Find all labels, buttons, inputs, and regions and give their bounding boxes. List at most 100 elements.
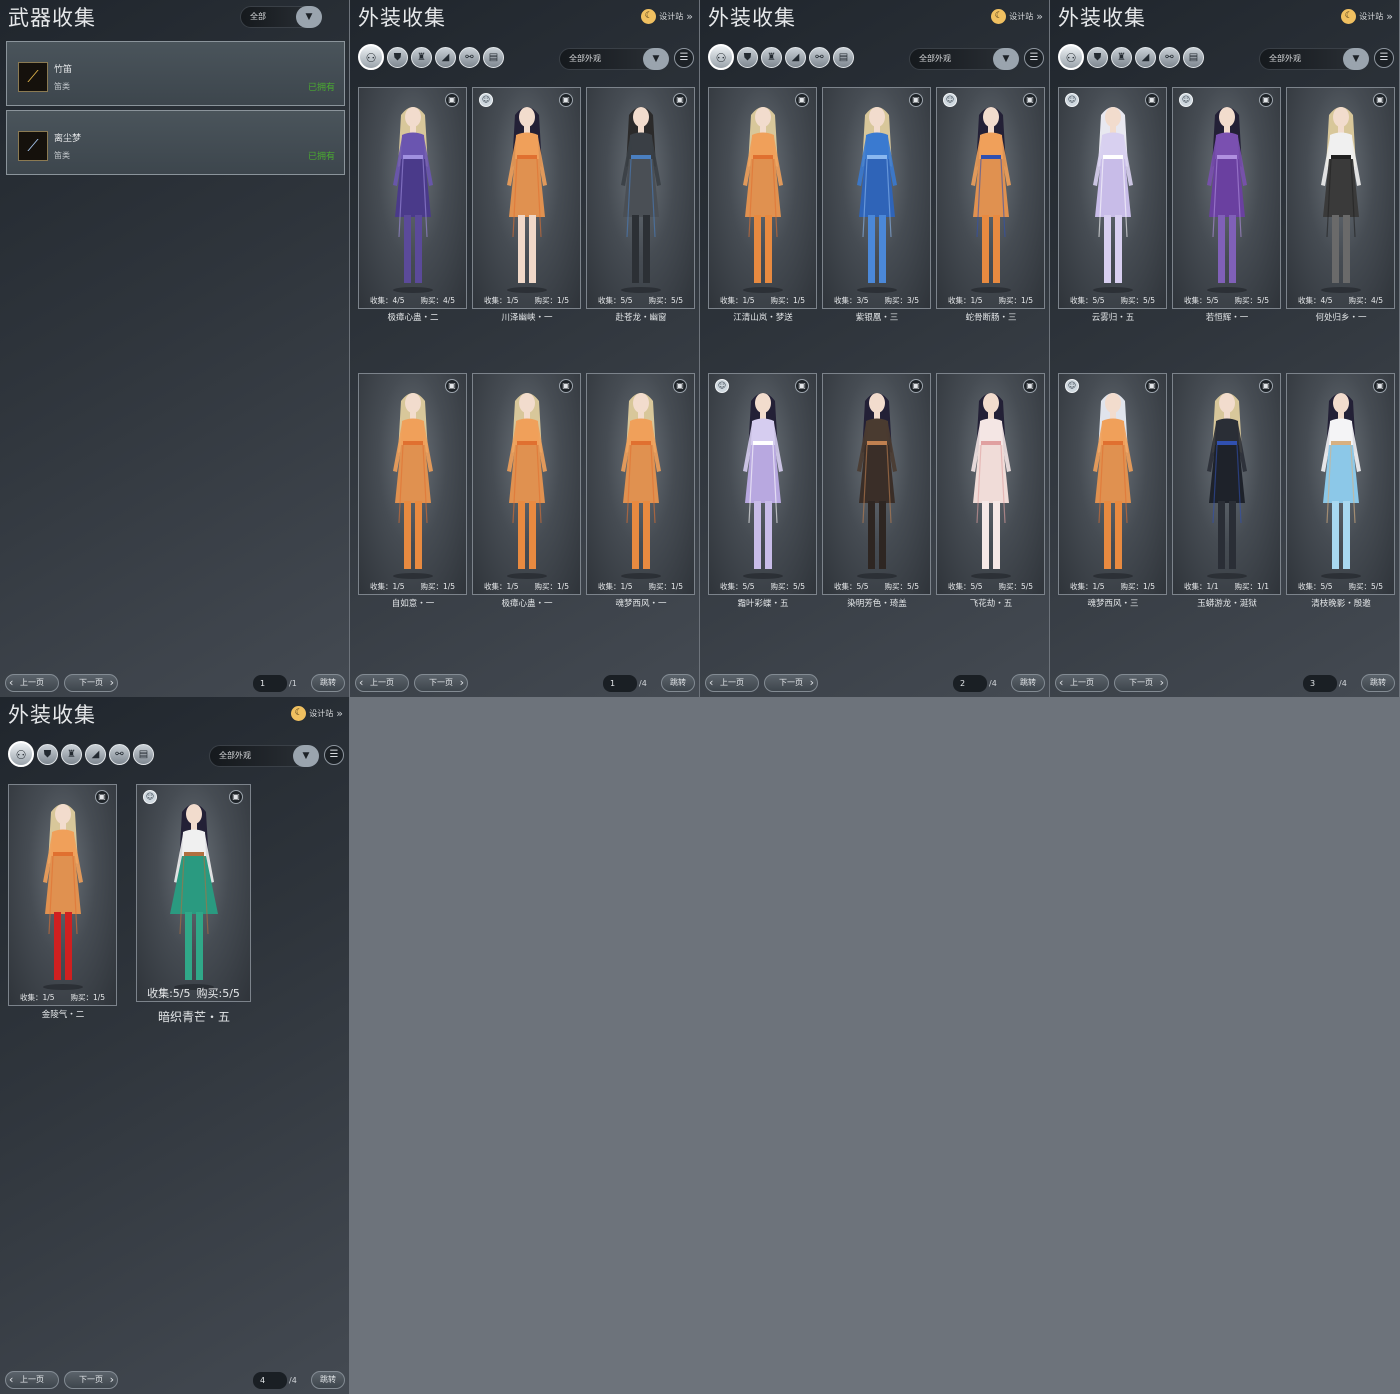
outfit-name: 染明芳色・琦盖 [847, 599, 907, 609]
outfit-card[interactable]: ☺ ▣ 收集：1/5 购买：1/5 [936, 87, 1045, 309]
jump-button[interactable]: 跳转 [1361, 674, 1395, 692]
bottoms-icon[interactable]: ♜ [411, 47, 432, 68]
collect-count: 收集：5/5 [719, 582, 755, 591]
outfit-card[interactable]: ▣ 收集：4/5 购买：4/5 [358, 87, 467, 309]
pagination: 上一页 下一页 4 /4 跳转 [0, 1371, 349, 1391]
outfit-filter-dropdown[interactable]: 全部外观 ▼ [209, 745, 319, 767]
chevron-down-icon[interactable]: ▼ [643, 48, 669, 70]
weapon-item[interactable]: ⟋ 竹笛 笛类 已拥有 [6, 41, 345, 106]
outfit-card[interactable]: ▣ 收集：4/5 购买：4/5 [1286, 87, 1395, 309]
dropdown-value: 全部外观 [1269, 54, 1301, 63]
all-outfits-icon[interactable]: ⚇ [708, 44, 734, 70]
top-icon[interactable]: ⛊ [37, 744, 58, 765]
weapon-filter-dropdown[interactable]: 全部 ▼ [240, 6, 322, 28]
outfit-card[interactable]: ☺ ▣ 收集：5/5 购买：5/5 [708, 373, 817, 595]
outfit-filter-dropdown[interactable]: 全部外观 ▼ [909, 48, 1019, 70]
weapon-item[interactable]: ⟋ 离尘梦 笛类 已拥有 [6, 110, 345, 175]
top-icon[interactable]: ⛊ [737, 47, 758, 68]
outfit-card[interactable]: ▣ 收集：5/5 购买：5/5 [586, 87, 695, 309]
shoes-icon[interactable]: ⚯ [109, 744, 130, 765]
outfit-card[interactable]: ▣ 收集：1/5 购买：1/5 [708, 87, 817, 309]
next-page-button[interactable]: 下一页 [764, 674, 818, 692]
top-icon[interactable]: ⛊ [1087, 47, 1108, 68]
outfit-card[interactable]: ☺ ▣ 收集：1/5 购买：1/5 [472, 87, 581, 309]
chevron-down-icon[interactable]: ▼ [993, 48, 1019, 70]
outfit-card[interactable]: ▣ 收集：1/5 购买：1/5 [586, 373, 695, 595]
outfit-card[interactable]: ▣ 收集：5/5 购买：5/5 [936, 373, 1045, 595]
prev-page-button[interactable]: 上一页 [5, 674, 59, 692]
sort-options-icon[interactable]: ☰ [324, 745, 344, 765]
shoes-icon[interactable]: ⚯ [1159, 47, 1180, 68]
buy-count: 购买：5/5 [998, 582, 1034, 591]
outfit-preview-image [487, 97, 567, 296]
bottoms-icon[interactable]: ♜ [61, 744, 82, 765]
sort-options-icon[interactable]: ☰ [674, 48, 694, 68]
scroll-icon[interactable]: ▤ [133, 744, 154, 765]
page-number-input[interactable]: 4 [253, 1372, 287, 1389]
next-page-button[interactable]: 下一页 [64, 674, 118, 692]
page-number-input[interactable]: 2 [953, 675, 987, 692]
prev-page-button[interactable]: 上一页 [355, 674, 409, 692]
outfit-card[interactable]: ▣ 收集：3/5 购买：3/5 [822, 87, 931, 309]
outfit-card[interactable]: ☺ ▣ 收集:5/5 购买:5/5 [136, 784, 251, 1002]
pagination: 上一页 下一页 2 /4 跳转 [700, 674, 1049, 694]
chevron-down-icon[interactable]: ▼ [296, 6, 322, 28]
pagination: 上一页 下一页 3 /4 跳转 [1050, 674, 1399, 694]
chevron-down-icon[interactable]: ▼ [293, 745, 319, 767]
page-number-input[interactable]: 3 [1303, 675, 1337, 692]
outfit-card[interactable]: ☺ ▣ 收集：1/5 购买：1/5 [1058, 373, 1167, 595]
next-page-button[interactable]: 下一页 [414, 674, 468, 692]
outfit-card[interactable]: ▣ 收集：1/5 购买：1/5 [8, 784, 117, 1006]
all-outfits-icon[interactable]: ⚇ [1058, 44, 1084, 70]
outfit-card[interactable]: ▣ 收集：1/1 购买：1/1 [1172, 373, 1281, 595]
jump-button[interactable]: 跳转 [311, 1371, 345, 1389]
page-number-input[interactable]: 1 [253, 675, 287, 692]
double-chevron-right-icon: » [686, 9, 693, 23]
next-page-button[interactable]: 下一页 [1114, 674, 1168, 692]
design-station-link[interactable]: ☾ 设计站 » [991, 8, 1043, 24]
outfit-card[interactable]: ▣ 收集：1/5 购买：1/5 [358, 373, 467, 595]
outfit-preview-image [1073, 97, 1153, 296]
outfit-name: 霜叶彩蝶・五 [737, 599, 789, 609]
outfit-name: 若恒辉・一 [1205, 313, 1249, 323]
scroll-icon[interactable]: ▤ [483, 47, 504, 68]
buy-count: 购买:5/5 [196, 987, 240, 1000]
design-station-link[interactable]: ☾ 设计站 » [641, 8, 693, 24]
shoes-icon[interactable]: ⚯ [809, 47, 830, 68]
design-station-link[interactable]: ☾ 设计站 » [1341, 8, 1393, 24]
outfit-filter-dropdown[interactable]: 全部外观 ▼ [559, 48, 669, 70]
chevron-down-icon[interactable]: ▼ [1343, 48, 1369, 70]
top-icon[interactable]: ⛊ [387, 47, 408, 68]
jump-button[interactable]: 跳转 [311, 674, 345, 692]
collect-count: 收集：1/5 [483, 582, 519, 591]
prev-page-button[interactable]: 上一页 [5, 1371, 59, 1389]
page-number-input[interactable]: 1 [603, 675, 637, 692]
next-page-button[interactable]: 下一页 [64, 1371, 118, 1389]
jump-button[interactable]: 跳转 [1011, 674, 1045, 692]
prev-page-button[interactable]: 上一页 [705, 674, 759, 692]
all-outfits-icon[interactable]: ⚇ [8, 741, 34, 767]
scroll-icon[interactable]: ▤ [1183, 47, 1204, 68]
owned-status: 已拥有 [307, 152, 335, 162]
outfit-card[interactable]: ▣ 收集：1/5 购买：1/5 [472, 373, 581, 595]
outfit-filter-dropdown[interactable]: 全部外观 ▼ [1259, 48, 1369, 70]
bottoms-icon[interactable]: ♜ [1111, 47, 1132, 68]
all-outfits-icon[interactable]: ⚇ [358, 44, 384, 70]
bottoms-icon[interactable]: ♜ [761, 47, 782, 68]
outfit-card[interactable]: ☺ ▣ 收集：5/5 购买：5/5 [1058, 87, 1167, 309]
accessory-icon[interactable]: ◢ [85, 744, 106, 765]
jump-button[interactable]: 跳转 [661, 674, 695, 692]
sort-options-icon[interactable]: ☰ [1374, 48, 1394, 68]
accessory-icon[interactable]: ◢ [435, 47, 456, 68]
accessory-icon[interactable]: ◢ [1135, 47, 1156, 68]
accessory-icon[interactable]: ◢ [785, 47, 806, 68]
sort-options-icon[interactable]: ☰ [1024, 48, 1044, 68]
scroll-icon[interactable]: ▤ [833, 47, 854, 68]
outfit-card[interactable]: ☺ ▣ 收集：5/5 购买：5/5 [1172, 87, 1281, 309]
prev-page-button[interactable]: 上一页 [1055, 674, 1109, 692]
design-station-link[interactable]: ☾ 设计站 » [291, 705, 343, 721]
outfit-card[interactable]: ▣ 收集：5/5 购买：5/5 [822, 373, 931, 595]
outfit-name: 川泽幽峡・一 [501, 313, 553, 323]
outfit-card[interactable]: ▣ 收集：5/5 购买：5/5 [1286, 373, 1395, 595]
shoes-icon[interactable]: ⚯ [459, 47, 480, 68]
